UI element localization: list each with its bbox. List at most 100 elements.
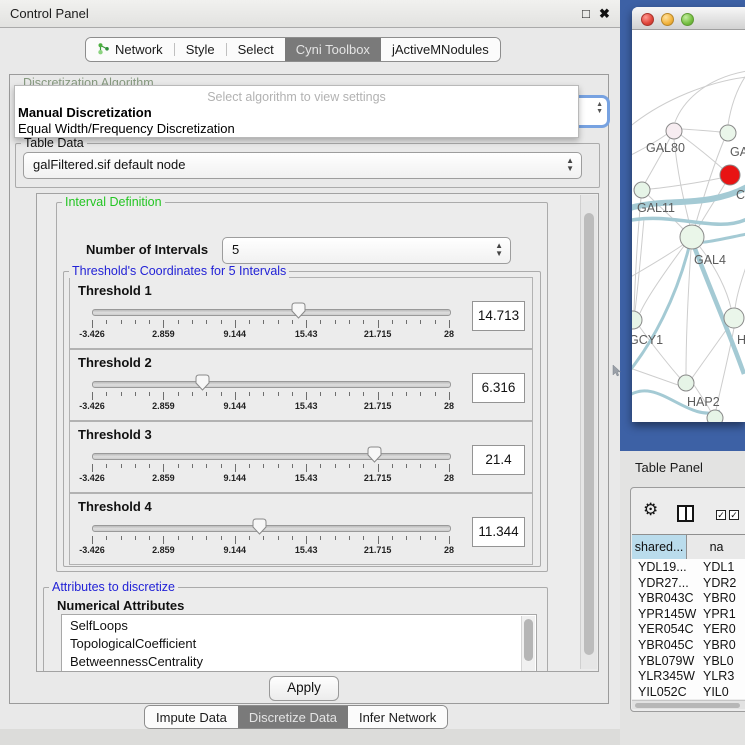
minor-tick [106, 320, 107, 324]
gear-icon[interactable]: ⚙ [643, 502, 658, 519]
network-node-GAL80[interactable] [666, 123, 682, 139]
table-row[interactable]: YDL19... YDL1 [632, 559, 745, 575]
cell-shared-name[interactable]: YBR045C [638, 638, 694, 652]
attribute-list-item[interactable]: SelfLoops [70, 618, 128, 633]
cell-shared-name[interactable]: YDL19... [638, 560, 687, 574]
apply-button[interactable]: Apply [269, 676, 339, 701]
threshold-value-field[interactable]: 14.713 [472, 301, 525, 331]
network-node-GCY1[interactable] [632, 311, 642, 329]
cell-name[interactable]: YIL0 [703, 685, 729, 699]
tab-impute-data[interactable]: Impute Data [145, 706, 238, 728]
network-edge[interactable] [728, 74, 745, 125]
network-node-partial[interactable] [707, 410, 723, 422]
list-scrollbar[interactable] [521, 616, 535, 671]
cell-name[interactable]: YPR1 [703, 607, 736, 621]
network-edge[interactable] [632, 367, 678, 385]
tab-network[interactable]: Network [86, 38, 174, 61]
network-edge[interactable] [640, 246, 684, 313]
dropdown-option-equal-width-frequency[interactable]: Equal Width/Frequency Discretization [18, 121, 235, 136]
threshold-value-field[interactable]: 6.316 [472, 373, 525, 403]
tab-style[interactable]: Style [175, 38, 226, 61]
panel-scrollbar[interactable] [580, 195, 597, 669]
cell-name[interactable]: YDR2 [703, 576, 736, 590]
attribute-list-item[interactable]: TopologicalCoefficient [70, 636, 196, 651]
network-node-GA[interactable] [720, 125, 736, 141]
cell-shared-name[interactable]: YDR27... [638, 576, 689, 590]
checkbox-icon[interactable]: ✓ [729, 510, 739, 520]
column-header-shared-name[interactable]: shared... [632, 535, 687, 559]
number-of-intervals-combobox[interactable]: 5 ▲▼ [222, 237, 511, 264]
network-canvas[interactable]: GAL80GACGAL11GAL4GCY1HHAP2 [632, 29, 745, 422]
slider-handle[interactable] [367, 446, 382, 463]
attribute-list-item[interactable]: BetweennessCentrality [70, 654, 203, 669]
cell-shared-name[interactable]: YER054C [638, 622, 694, 636]
columns-icon[interactable] [677, 505, 694, 522]
cell-shared-name[interactable]: YBL079W [638, 654, 694, 668]
cell-shared-name[interactable]: YBR043C [638, 591, 694, 605]
table-row[interactable]: YDR27... YDR2 [632, 575, 745, 591]
tab-infer-network[interactable]: Infer Network [348, 706, 447, 728]
network-edge[interactable] [682, 129, 720, 132]
close-traffic-light-icon[interactable] [641, 13, 654, 26]
network-node-GAL4[interactable] [680, 225, 704, 249]
close-panel-button[interactable]: ✖ [599, 6, 610, 21]
zoom-traffic-light-icon[interactable] [681, 13, 694, 26]
threshold-value-field[interactable]: 21.4 [472, 445, 525, 475]
cell-name[interactable]: YBL0 [703, 654, 734, 668]
network-node-GAL11[interactable] [634, 182, 650, 198]
table-row[interactable]: YLR345W YLR3 [632, 668, 745, 684]
network-edge[interactable] [632, 243, 690, 374]
network-node-C[interactable] [720, 165, 740, 185]
float-window-button[interactable]: □ [582, 6, 590, 21]
slider-track[interactable] [92, 309, 451, 316]
cell-name[interactable]: YLR3 [703, 669, 734, 683]
cell-shared-name[interactable]: YLR345W [638, 669, 695, 683]
cell-name[interactable]: YBR0 [703, 638, 736, 652]
scrollbar-thumb[interactable] [635, 703, 740, 708]
column-header-name[interactable]: na [687, 535, 745, 559]
cell-name[interactable]: YDL1 [703, 560, 734, 574]
table-data-combobox[interactable]: galFiltered.sif default node ▲▼ [23, 152, 582, 179]
cell-shared-name[interactable]: YIL052C [638, 685, 687, 699]
table-row[interactable]: YPR145W YPR1 [632, 606, 745, 622]
table-row[interactable]: YIL052C YIL0 [632, 684, 745, 699]
network-edge[interactable] [681, 135, 723, 169]
threshold-value-field[interactable]: 11.344 [472, 517, 525, 547]
dropdown-option-manual-discretization[interactable]: Manual Discretization [18, 105, 152, 120]
network-edge[interactable] [695, 140, 724, 226]
minimize-traffic-light-icon[interactable] [661, 13, 674, 26]
network-edge[interactable] [692, 326, 729, 378]
cell-name[interactable]: YER0 [703, 622, 736, 636]
slider-track[interactable] [92, 381, 451, 388]
slider-handle[interactable] [252, 518, 267, 535]
network-node-HAP2[interactable] [678, 375, 694, 391]
slider-handle[interactable] [195, 374, 210, 391]
network-edge[interactable] [650, 178, 721, 189]
network-edge[interactable] [686, 249, 691, 375]
dropdown-prompt: Select algorithm to view settings [15, 90, 578, 104]
tab-jactivemnodules[interactable]: jActiveMNodules [381, 38, 500, 61]
table-horizontal-scrollbar[interactable] [632, 700, 745, 709]
table-row[interactable]: YBL079W YBL0 [632, 653, 745, 669]
numerical-attributes-list[interactable]: SelfLoops TopologicalCoefficient Betweenne… [61, 614, 537, 672]
table-row[interactable]: YBR045C YBR0 [632, 637, 745, 653]
tab-cyni-toolbox[interactable]: Cyni Toolbox [285, 38, 381, 61]
checkbox-icon[interactable]: ✓ [716, 510, 726, 520]
slider-track[interactable] [92, 453, 451, 460]
scrollbar-thumb[interactable] [584, 213, 594, 655]
slider-track[interactable] [92, 525, 451, 532]
tab-discretize-data[interactable]: Discretize Data [238, 706, 348, 728]
scrollbar-thumb[interactable] [524, 619, 533, 661]
network-node-H[interactable] [724, 308, 744, 328]
network-window-titlebar[interactable] [632, 7, 745, 30]
table-rows[interactable]: YDL19...YDL1YDR27...YDR2YBR043CYBR0YPR14… [632, 559, 745, 699]
table-row[interactable]: YBR043C YBR0 [632, 590, 745, 606]
tab-select[interactable]: Select [227, 38, 285, 61]
cell-shared-name[interactable]: YPR145W [638, 607, 696, 621]
network-edge[interactable] [632, 77, 745, 129]
table-row[interactable]: YER054C YER0 [632, 621, 745, 637]
slider-handle[interactable] [291, 302, 306, 319]
network-edge[interactable] [735, 264, 745, 309]
cell-name[interactable]: YBR0 [703, 591, 736, 605]
network-edge[interactable] [698, 182, 726, 228]
